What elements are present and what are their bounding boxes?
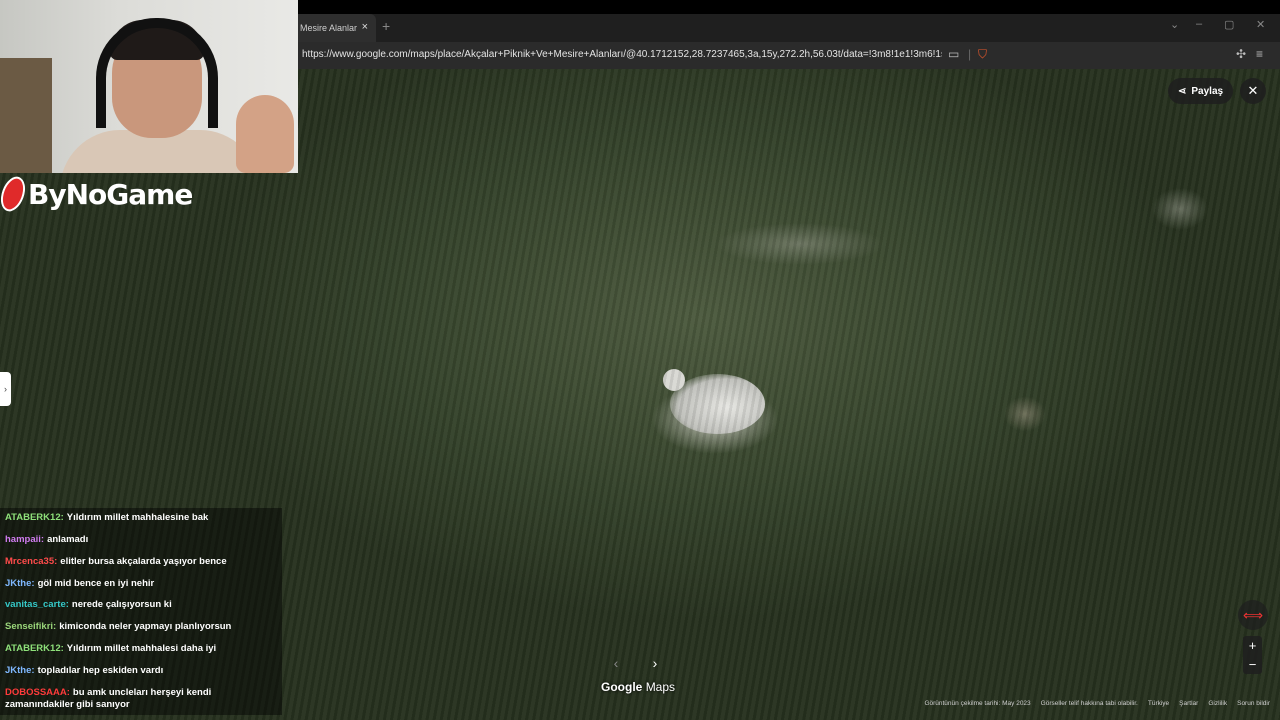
capture-date: Görüntünün çekilme tarihi: May 2023 <box>924 700 1031 707</box>
divider: | <box>968 47 972 61</box>
address-bar[interactable]: https://www.google.com/maps/place/Akçala… <box>292 42 1280 69</box>
chat-text: kimiconda neler yapmayı planlıyorsun <box>59 621 232 632</box>
chat-user: DOBOSSAAA: <box>5 687 70 698</box>
share-button[interactable]: ⋖ Paylaş <box>1168 78 1234 104</box>
logo-maps: Maps <box>645 680 676 694</box>
chat-user: hampaii: <box>5 534 45 545</box>
bird-body <box>670 374 765 434</box>
close-street-view-button[interactable]: ✕ <box>1240 78 1266 104</box>
chat-message: hampaii: anlamadı <box>5 534 277 546</box>
window-close-icon[interactable]: ✕ <box>1256 18 1265 31</box>
new-tab-button[interactable]: + <box>382 18 390 34</box>
google-maps-logo: Google Maps <box>601 680 675 694</box>
chat-user: vanitas_carte: <box>5 599 69 610</box>
share-icon: ⋖ <box>1178 85 1187 97</box>
extensions-icon[interactable]: ✣ <box>1236 47 1246 61</box>
chat-text: elitler bursa akçalarda yaşıyor bence <box>60 556 227 567</box>
chat-message: JKthe: topladılar hep eskiden vardı <box>5 665 277 677</box>
chat-text: nerede çalışıyorsun ki <box>71 599 172 610</box>
brave-shield-icon[interactable]: ⛉ <box>978 47 987 62</box>
chat-text: topladılar hep eskiden vardı <box>37 665 164 676</box>
chat-text: Yıldırım millet mahhalesi daha iyi <box>66 643 217 654</box>
copyright-notice: Görseller telif hakkına tabi olabilir. <box>1040 700 1138 707</box>
webcam-overlay <box>0 0 298 173</box>
chat-message: DOBOSSAAA: bu amk uncleları herşeyi kendi… <box>5 687 277 711</box>
cast-icon[interactable]: ▭ <box>948 47 959 61</box>
country-link[interactable]: Türkiye <box>1148 700 1169 707</box>
chat-text: göl mid bence en iyi nehir <box>37 578 155 589</box>
chat-message: Senseifikri: kimiconda neler yapmayı plan… <box>5 621 277 633</box>
tab-close-icon[interactable]: × <box>362 21 368 33</box>
chat-message: ATABERK12: Yıldırım millet mahhalesi daha… <box>5 643 277 655</box>
share-label: Paylaş <box>1191 85 1224 97</box>
compass-icon[interactable]: ⟺ <box>1238 600 1268 630</box>
chat-text: Yıldırım millet mahhalesine bak <box>66 512 209 523</box>
brand-text: ByNoGame <box>28 177 193 211</box>
menu-icon[interactable]: ≡ <box>1256 47 1263 61</box>
map-footer: Görüntünün çekilme tarihi: May 2023 Görs… <box>924 700 1270 707</box>
screen: Mesire Alanlar × + ⌄ – ▢ ✕ https://www.g… <box>0 0 1280 720</box>
zoom-control[interactable]: + − <box>1243 636 1262 674</box>
headset-icon <box>96 18 218 128</box>
previous-arrow-icon[interactable]: ‹ <box>606 653 626 673</box>
tab-title: Mesire Alanlar <box>300 23 358 33</box>
chat-message: ATABERK12: Yıldırım millet mahhalesine ba… <box>5 512 277 524</box>
chat-message: vanitas_carte: nerede çalışıyorsun ki <box>5 599 277 611</box>
streamer-hand <box>236 95 294 173</box>
chat-user: ATABERK12: <box>5 512 64 523</box>
chat-user: ATABERK12: <box>5 643 64 654</box>
brand-logo: ByNoGame <box>0 173 193 215</box>
chat-message: JKthe: göl mid bence en iyi nehir <box>5 578 277 590</box>
next-arrow-icon[interactable]: › <box>645 653 665 673</box>
side-panel-toggle[interactable]: › <box>0 372 11 406</box>
shelf <box>0 58 52 173</box>
bird-head <box>663 369 685 391</box>
browser-tab[interactable]: Mesire Alanlar × <box>292 14 376 42</box>
minimize-icon[interactable]: – <box>1196 18 1202 30</box>
tab-search-icon[interactable]: ⌄ <box>1170 18 1179 31</box>
report-link[interactable]: Sorun bildir <box>1237 700 1270 707</box>
chat-user: JKthe: <box>5 578 35 589</box>
chat-user: Senseifikri: <box>5 621 57 632</box>
terms-link[interactable]: Şartlar <box>1179 700 1198 707</box>
chat-message: Mrcenca35: elitler bursa akçalarda yaşıyo… <box>5 556 277 568</box>
chat-user: JKthe: <box>5 665 35 676</box>
brand-mark-icon <box>0 173 30 215</box>
url-text[interactable]: https://www.google.com/maps/place/Akçala… <box>302 49 942 60</box>
chat-user: Mrcenca35: <box>5 556 58 567</box>
privacy-link[interactable]: Gizlilik <box>1208 700 1227 707</box>
chat-text: anlamadı <box>47 534 89 545</box>
logo-google: Google <box>601 680 643 694</box>
zoom-out-button[interactable]: − <box>1243 655 1262 674</box>
maximize-icon[interactable]: ▢ <box>1224 18 1234 31</box>
zoom-in-button[interactable]: + <box>1243 636 1262 655</box>
chat-overlay: ATABERK12: Yıldırım millet mahhalesine ba… <box>0 508 282 715</box>
